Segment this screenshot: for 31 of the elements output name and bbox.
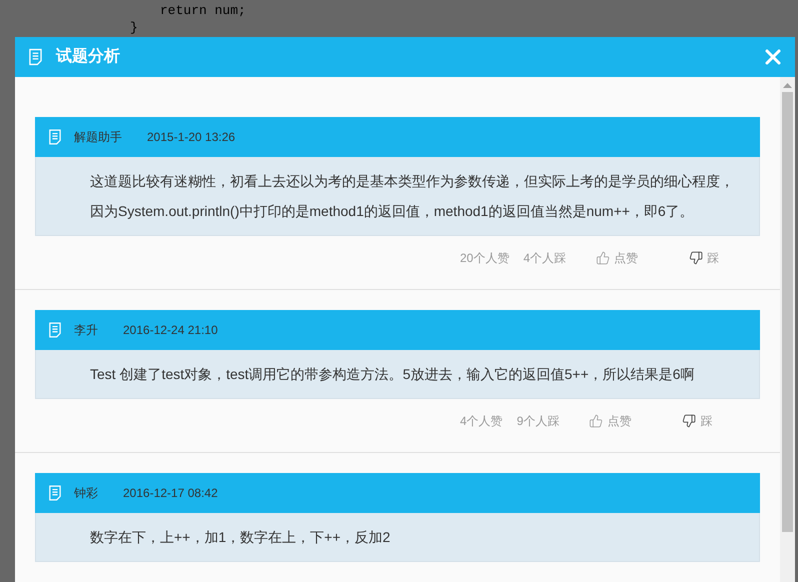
scroll-up-icon [783,83,792,88]
thumbs-down-icon [689,251,704,265]
scrollbar-thumb[interactable] [782,92,793,532]
comment-time: 2016-12-17 08:42 [123,485,218,502]
comment-author: 钟彩 [74,485,98,502]
thumbs-down-icon [682,414,696,428]
dialog-title: 试题分析 [56,46,120,67]
code-line: return num; [160,3,246,18]
document-icon [29,48,42,66]
like-count: 20个人赞 [460,250,510,267]
comment-text: Test 创建了test对象，test调用它的带参构造方法。5放进去，输入它的返回值5++，所以结果是6啊 [90,366,694,382]
comment-text: 这道题比较有迷糊性，初看上去还以为考的是基本类型作为参数传递，但实际上考的是学员的细心程度，因为System.out.println()中打印的是method1的返回值，method1的返回值当然是num++，即6了。 [90,173,734,219]
dislike-count: 9个人踩 [516,413,560,430]
like-count: 4个人赞 [460,413,503,430]
document-icon [49,485,61,501]
document-icon [49,322,61,338]
comment-author: 李升 [74,322,98,339]
like-button[interactable]: 点赞 [589,412,632,430]
comment-text: 数字在下，上++，加1，数字在上，下++，反加2 [90,529,390,545]
comment-author: 解题助手 [74,129,122,146]
comment-time: 2015-1-20 13:26 [147,129,236,146]
dislike-button[interactable]: 踩 [689,249,720,267]
code-line: } [130,20,138,35]
document-icon [49,129,61,145]
dislike-button[interactable]: 踩 [682,412,712,430]
like-button[interactable]: 点赞 [596,249,638,267]
comment-time: 2016-12-24 21:10 [123,322,218,339]
thumbs-up-icon [589,414,604,428]
scrollbar[interactable] [780,77,795,582]
thumbs-up-icon [596,251,610,265]
dislike-count: 4个人踩 [523,250,566,267]
